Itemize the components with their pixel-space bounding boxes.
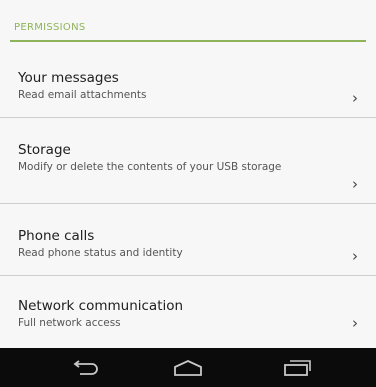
recent-apps-button[interactable] [262, 348, 332, 387]
back-button[interactable] [50, 348, 120, 387]
permissions-list: Your messages Read email attachments › S… [0, 46, 376, 356]
permissions-section-header: PERMISSIONS [0, 0, 376, 46]
system-navigation-bar [0, 348, 376, 387]
permission-item-phone-calls[interactable]: Phone calls Read phone status and identi… [0, 204, 376, 276]
permission-item-storage[interactable]: Storage Modify or delete the contents of… [0, 118, 376, 204]
home-button[interactable] [153, 348, 223, 387]
permission-title: Network communication [18, 298, 184, 314]
permission-item-network[interactable]: Network communication Full network acces… [0, 276, 376, 356]
chevron-right-icon: › [352, 175, 358, 193]
section-divider [10, 40, 366, 42]
permission-title: Your messages [18, 70, 119, 86]
back-arrow-icon [73, 359, 98, 375]
permission-description: Full network access [18, 317, 121, 329]
permission-description: Read phone status and identity [18, 247, 183, 259]
app-permissions-screen: PERMISSIONS Your messages Read email att… [0, 0, 376, 387]
chevron-right-icon: › [352, 247, 358, 265]
permission-description: Read email attachments [18, 89, 147, 101]
chevron-right-icon: › [352, 314, 358, 332]
section-title: PERMISSIONS [14, 22, 86, 33]
permission-title: Phone calls [18, 228, 95, 244]
chevron-right-icon: › [352, 89, 358, 107]
permission-item-messages[interactable]: Your messages Read email attachments › [0, 46, 376, 118]
permission-title: Storage [18, 142, 71, 158]
recent-apps-icon [284, 359, 311, 376]
permission-description: Modify or delete the contents of your US… [18, 161, 282, 173]
home-icon [174, 359, 202, 376]
